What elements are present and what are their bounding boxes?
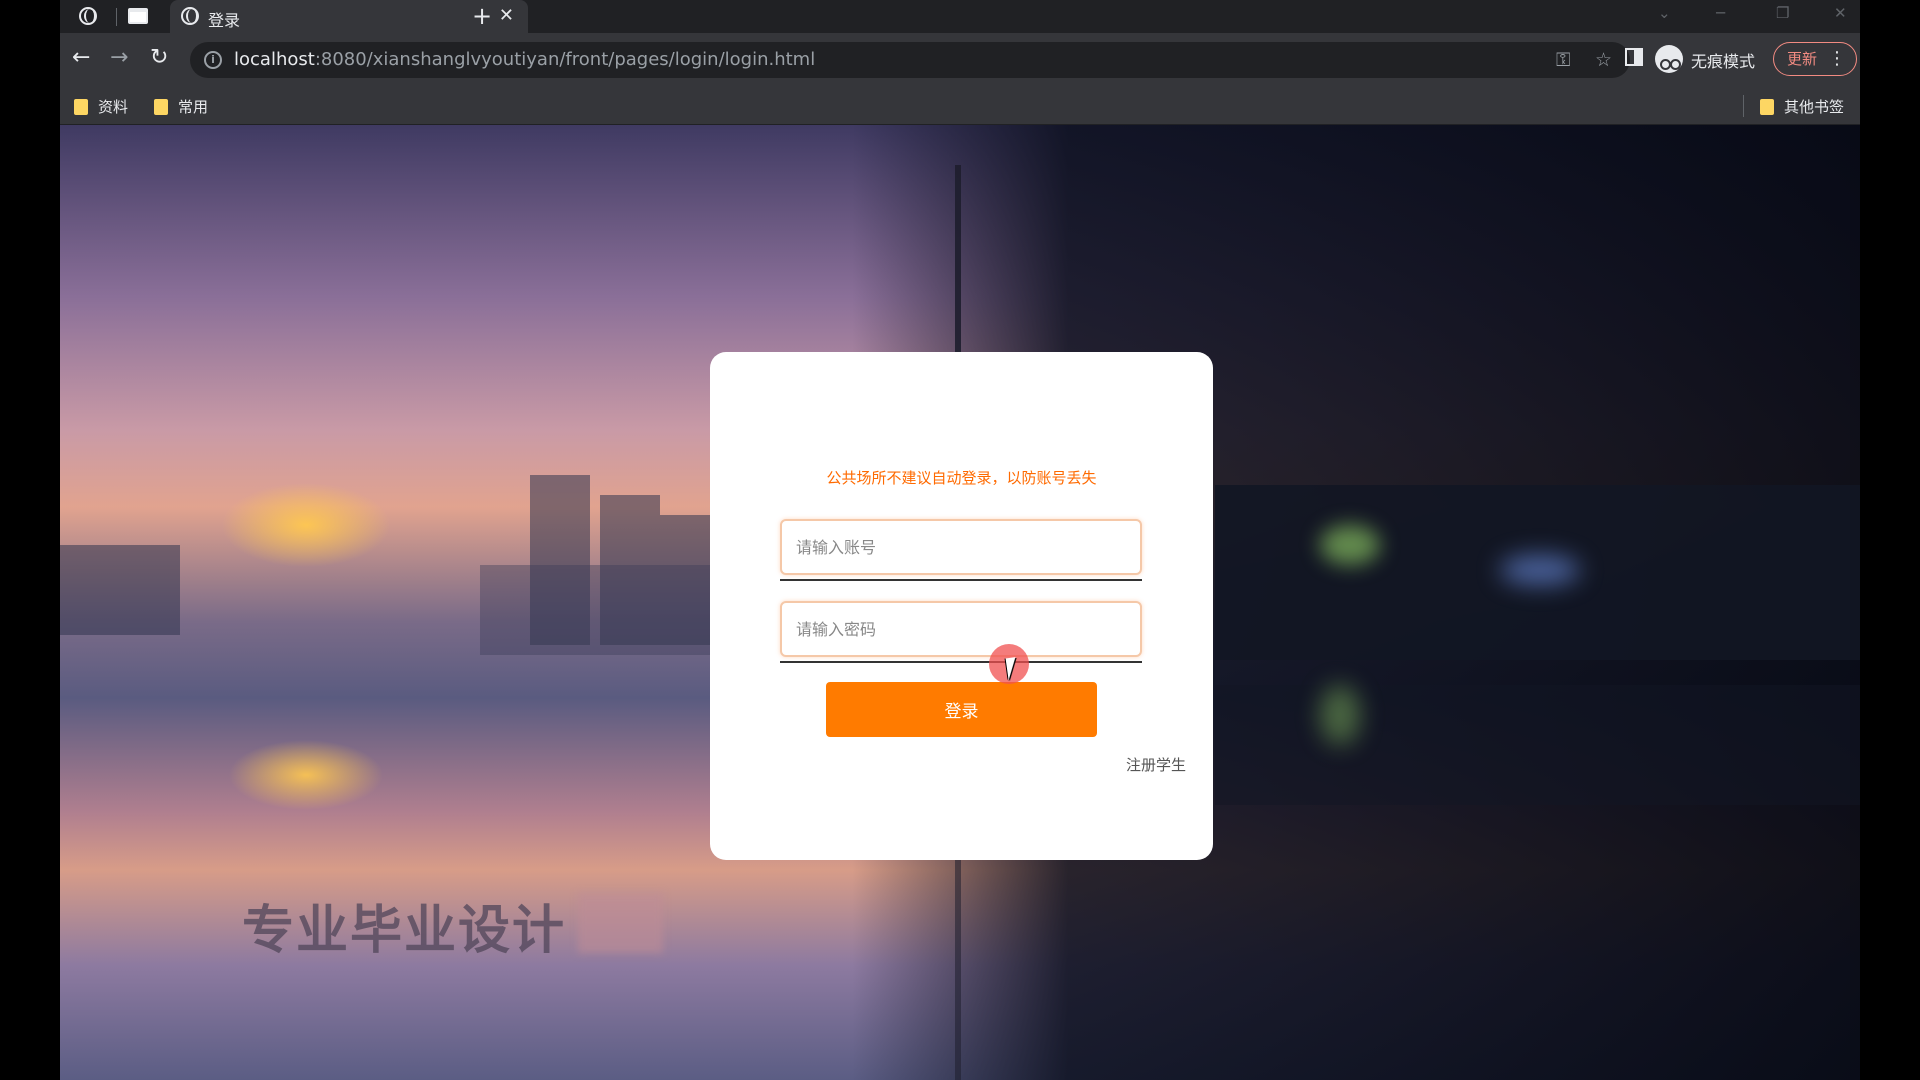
update-button[interactable]: 更新 ⋮ — [1773, 42, 1857, 76]
password-input[interactable] — [780, 601, 1142, 657]
info-icon[interactable]: i — [204, 51, 222, 69]
restore-icon[interactable]: ❐ — [1776, 4, 1789, 22]
reload-icon[interactable]: ↻ — [150, 47, 168, 69]
close-icon[interactable]: ✕ — [499, 5, 514, 26]
key-icon[interactable]: ⚿ — [1556, 49, 1570, 71]
register-student-link[interactable]: 注册学生 — [1126, 754, 1186, 775]
bookmark-folder[interactable]: 资料 — [74, 96, 128, 117]
background-building — [60, 545, 180, 635]
mouse-cursor-icon — [1005, 655, 1029, 681]
watermark-cover — [578, 893, 663, 953]
bookmarks-bar: 资料 常用 其他书签 — [60, 87, 1860, 125]
star-icon[interactable]: ☆ — [1595, 49, 1612, 71]
incognito-icon[interactable] — [1655, 45, 1683, 73]
browser-window: 登录 ✕ + ⌄ ─ ❐ ✕ ← → ↻ i localhost:8080/xi… — [60, 0, 1860, 1080]
toolbar: ← → ↻ i localhost:8080/xianshanglvyoutiy… — [60, 33, 1860, 87]
url-text[interactable]: localhost:8080/xianshanglvyoutiyan/front… — [234, 49, 815, 70]
watermark-text: 专业毕业设计 — [242, 901, 567, 961]
background-building — [480, 565, 720, 655]
login-card: 公共场所不建议自动登录，以防账号丢失 登录 注册学生 — [710, 352, 1213, 860]
login-button[interactable]: 登录 — [826, 682, 1097, 737]
login-notice: 公共场所不建议自动登录，以防账号丢失 — [826, 469, 1097, 487]
password-field-wrap — [780, 601, 1142, 663]
address-bar[interactable]: i localhost:8080/xianshanglvyoutiyan/fro… — [190, 42, 1630, 78]
background-city-reflection — [1215, 685, 1860, 805]
bookmark-separator — [1743, 95, 1744, 117]
background-light — [1500, 555, 1580, 585]
background-light — [1320, 685, 1360, 745]
close-window-icon[interactable]: ✕ — [1834, 4, 1847, 22]
account-field-wrap — [780, 519, 1142, 581]
window-icon[interactable] — [128, 6, 148, 26]
globe-icon — [180, 6, 200, 26]
bookmark-folder[interactable]: 常用 — [154, 96, 208, 117]
folder-icon — [74, 98, 88, 115]
new-tab-icon[interactable]: + — [472, 2, 492, 30]
page-viewport: 专业毕业设计 公共场所不建议自动登录，以防账号丢失 登录 注册学生 — [60, 125, 1860, 1080]
side-panel-icon[interactable] — [1625, 48, 1643, 66]
account-input[interactable] — [780, 519, 1142, 575]
back-icon[interactable]: ← — [72, 47, 90, 69]
forward-icon[interactable]: → — [110, 47, 128, 69]
other-bookmarks[interactable]: 其他书签 — [1760, 96, 1844, 117]
folder-icon — [1760, 98, 1774, 115]
incognito-label[interactable]: 无痕模式 — [1691, 48, 1755, 72]
globe-icon[interactable] — [78, 6, 98, 26]
chevron-down-icon[interactable]: ⌄ — [1658, 4, 1671, 22]
folder-icon — [154, 98, 168, 115]
background-light — [1320, 525, 1380, 565]
tab-title: 登录 — [208, 11, 241, 30]
more-icon[interactable]: ⋮ — [1828, 43, 1846, 75]
tab-separator — [116, 8, 117, 26]
minimize-icon[interactable]: ─ — [1716, 4, 1725, 22]
tab-strip: 登录 ✕ + ⌄ ─ ❐ ✕ — [60, 0, 1860, 33]
